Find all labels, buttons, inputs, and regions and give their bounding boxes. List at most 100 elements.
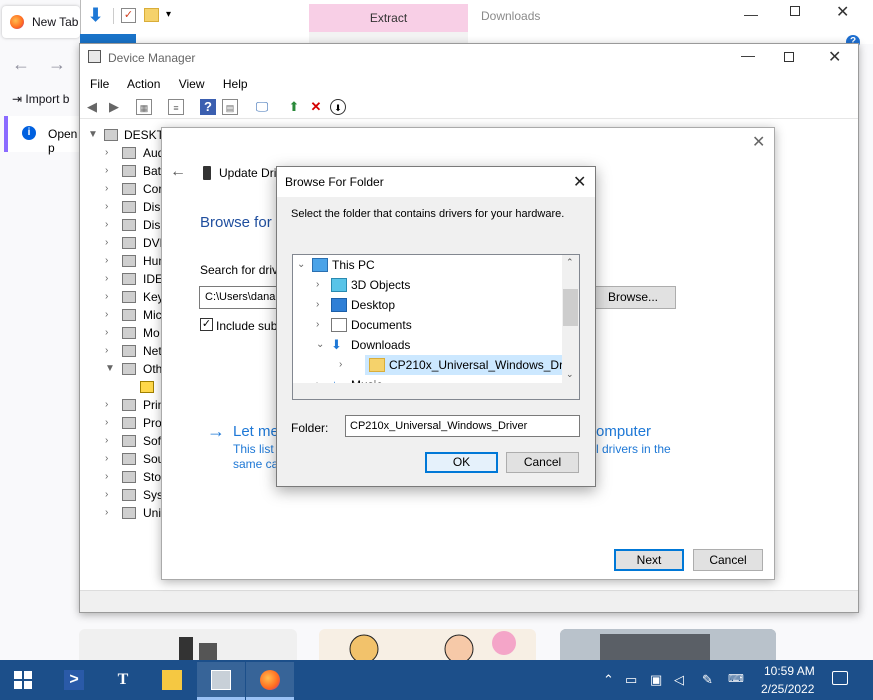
chevron-right-icon[interactable]: ›: [105, 234, 108, 252]
folder-tree-item[interactable]: › Documents: [293, 315, 563, 335]
help-icon[interactable]: ?: [200, 99, 216, 115]
update-driver-icon[interactable]: ⬆: [286, 99, 302, 115]
scroll-up-icon[interactable]: ⌃: [566, 257, 574, 268]
chevron-right-icon[interactable]: ›: [316, 315, 319, 335]
chevron-up-icon[interactable]: ⌃: [603, 672, 614, 688]
properties-icon[interactable]: ≡: [168, 99, 184, 115]
chevron-right-icon[interactable]: ›: [105, 198, 108, 216]
view-icon[interactable]: ▤: [222, 99, 238, 115]
chevron-right-icon[interactable]: ›: [105, 270, 108, 288]
let-me-pick-link-tail[interactable]: omputer: [596, 423, 651, 440]
import-bookmarks[interactable]: ⇥ Import b: [12, 92, 69, 106]
status-bar: [80, 590, 858, 612]
chevron-right-icon[interactable]: ›: [105, 414, 108, 432]
notifications-icon[interactable]: [832, 671, 848, 685]
chevron-right-icon[interactable]: ›: [105, 432, 108, 450]
back-icon[interactable]: ◀: [84, 99, 100, 115]
story-card[interactable]: [79, 629, 297, 660]
forward-icon[interactable]: ▶: [106, 99, 122, 115]
keyboard-icon[interactable]: ⌨: [728, 672, 744, 685]
download-arrow-icon[interactable]: ⬇: [88, 5, 103, 26]
folder-tree-item[interactable]: ⌄ ⬇ Downloads: [293, 335, 563, 355]
include-subfolders-checkbox[interactable]: ✓: [200, 318, 213, 331]
maximize-icon[interactable]: [790, 6, 800, 16]
chevron-right-icon[interactable]: ›: [105, 216, 108, 234]
menu-action[interactable]: Action: [127, 77, 160, 91]
taskbar-app-firefox[interactable]: [246, 662, 294, 700]
folder-input[interactable]: CP210x_Universal_Windows_Driver: [345, 415, 580, 437]
folder-tree[interactable]: ⌄ This PC › 3D Objects › Desktop › Documents ⌄ ⬇ D…: [292, 254, 580, 400]
volume-icon[interactable]: ◁: [674, 672, 684, 688]
taskbar-app-device-manager[interactable]: [197, 662, 245, 700]
scrollbar-thumb[interactable]: [563, 289, 578, 326]
pen-icon[interactable]: ✎: [702, 672, 713, 688]
taskbar-app-powershell[interactable]: >: [50, 662, 98, 700]
scan-hardware-icon[interactable]: 🖵: [254, 99, 270, 115]
driver-path-input[interactable]: C:\Users\dana: [199, 286, 279, 309]
taskbar-app-file-explorer[interactable]: [148, 662, 196, 700]
cancel-button[interactable]: Cancel: [693, 549, 763, 571]
extract-tab[interactable]: Extract: [309, 4, 468, 32]
menu-help[interactable]: Help: [223, 77, 248, 91]
uninstall-icon[interactable]: ✕: [308, 99, 324, 115]
back-arrow-icon[interactable]: ←: [170, 163, 186, 181]
cancel-button[interactable]: Cancel: [506, 452, 579, 473]
chevron-right-icon[interactable]: ›: [105, 486, 108, 504]
chevron-right-icon[interactable]: ›: [105, 450, 108, 468]
chevron-down-icon[interactable]: ⌄: [297, 255, 305, 275]
open-notification[interactable]: i Open p: [4, 116, 80, 155]
chevron-right-icon[interactable]: ›: [105, 504, 108, 522]
battery-icon[interactable]: ▭: [625, 672, 637, 688]
maximize-icon[interactable]: [784, 52, 794, 62]
story-card[interactable]: [319, 629, 536, 660]
next-button[interactable]: Next: [614, 549, 684, 571]
chevron-right-icon[interactable]: ›: [316, 275, 319, 295]
chevron-right-icon[interactable]: ›: [105, 144, 108, 162]
chevron-right-icon[interactable]: ›: [105, 288, 108, 306]
chevron-right-icon[interactable]: ›: [105, 252, 108, 270]
minimize-icon[interactable]: —: [744, 6, 758, 22]
browser-nav-arrows[interactable]: ←→: [12, 54, 84, 75]
folder-tree-item[interactable]: › Desktop: [293, 295, 563, 315]
chevron-right-icon[interactable]: ›: [105, 324, 108, 342]
close-icon[interactable]: ✕: [752, 132, 765, 152]
ok-button[interactable]: OK: [425, 452, 498, 473]
story-card[interactable]: [560, 629, 776, 660]
clock-date[interactable]: 2/25/2022: [761, 682, 814, 696]
chevron-right-icon[interactable]: ›: [105, 306, 108, 324]
network-icon[interactable]: ▣: [650, 672, 662, 688]
clock-time[interactable]: 10:59 AM: [764, 664, 815, 678]
horizontal-scrollbar[interactable]: [293, 383, 579, 399]
let-me-pick-link[interactable]: Let me: [233, 423, 279, 440]
menu-file[interactable]: File: [90, 77, 109, 91]
properties-icon[interactable]: ✓: [121, 8, 136, 23]
close-icon[interactable]: ✕: [836, 2, 849, 22]
new-folder-icon[interactable]: [144, 8, 159, 22]
folder-tree-item[interactable]: › CP210x_Universal_Windows_Driver: [339, 355, 579, 375]
chevron-down-icon[interactable]: ▼: [105, 360, 115, 378]
chevron-right-icon[interactable]: ›: [105, 468, 108, 486]
chevron-right-icon[interactable]: ›: [105, 342, 108, 360]
close-icon[interactable]: ✕: [828, 47, 841, 67]
browser-tab[interactable]: New Tab: [2, 6, 80, 38]
browse-button[interactable]: Browse...: [590, 286, 676, 309]
device-icon: [122, 327, 136, 339]
chevron-down-icon[interactable]: ⌄: [316, 335, 324, 355]
chevron-right-icon[interactable]: ›: [316, 295, 319, 315]
menu-view[interactable]: View: [179, 77, 205, 91]
folder-tree-item[interactable]: ⌄ This PC: [293, 255, 563, 275]
windows-start-icon[interactable]: [14, 671, 32, 689]
close-icon[interactable]: ✕: [573, 172, 586, 192]
disable-device-icon[interactable]: ⬇: [330, 99, 346, 115]
include-subfolders-label: Include sub: [216, 319, 278, 333]
scroll-down-icon[interactable]: ⌄: [566, 369, 574, 380]
chevron-right-icon[interactable]: ›: [105, 162, 108, 180]
chevron-right-icon[interactable]: ›: [105, 396, 108, 414]
taskbar-app-typora[interactable]: T: [99, 662, 147, 700]
minimize-icon[interactable]: —: [741, 47, 755, 63]
chevron-down-icon[interactable]: ▾: [166, 9, 171, 20]
chevron-right-icon[interactable]: ›: [105, 180, 108, 198]
show-hide-tree-icon[interactable]: ▦: [136, 99, 152, 115]
folder-tree-item[interactable]: › 3D Objects: [293, 275, 563, 295]
chevron-right-icon[interactable]: ›: [339, 355, 342, 375]
